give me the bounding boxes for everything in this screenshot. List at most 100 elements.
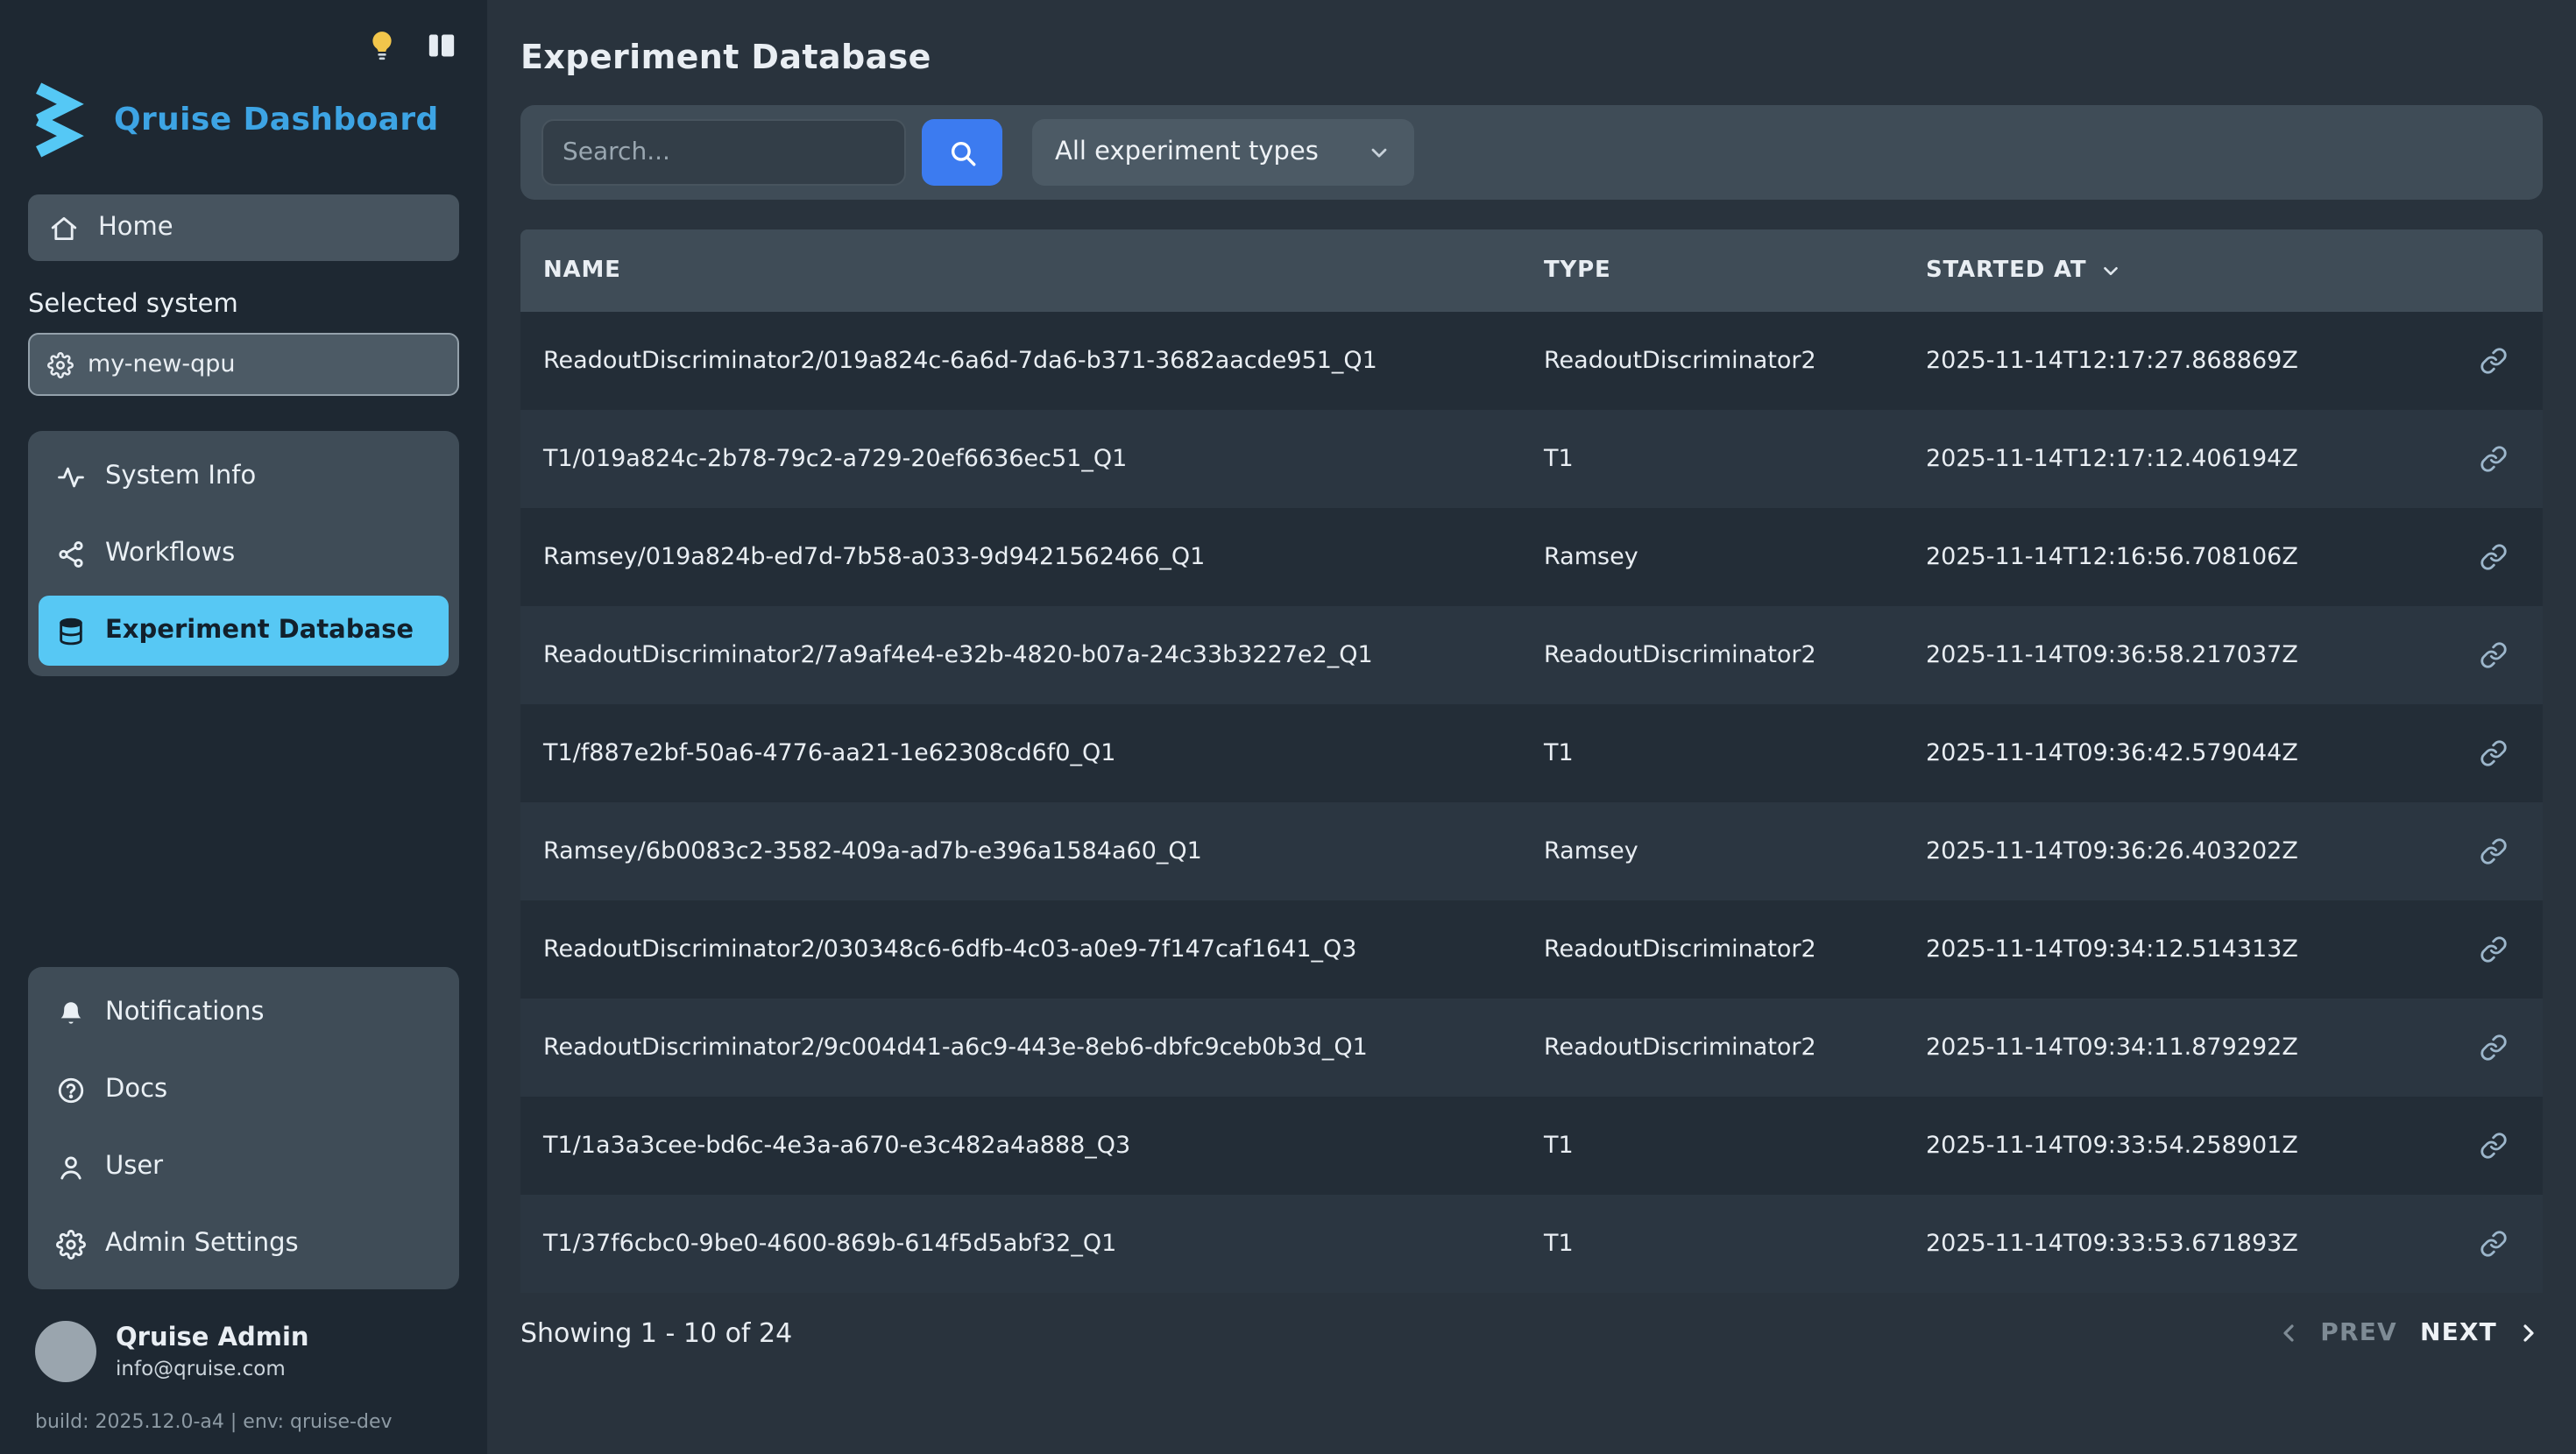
page-title: Experiment Database (520, 39, 2543, 77)
user-name: Qruise Admin (116, 1323, 309, 1355)
table-row: ReadoutDiscriminator2/019a824c-6a6d-7da6… (520, 312, 2543, 410)
prev-page-button[interactable]: PREV (2275, 1319, 2397, 1347)
open-experiment-link[interactable] (2480, 445, 2508, 473)
open-experiment-link[interactable] (2480, 543, 2508, 571)
main-content: Experiment Database All experiment types… (487, 0, 2576, 1454)
brand: Qruise Dashboard (28, 81, 459, 159)
sidebar: Qruise Dashboard Home Selected system my… (0, 0, 487, 1454)
user-info: Qruise Admin info@qruise.com (28, 1321, 459, 1382)
table-body: ReadoutDiscriminator2/019a824c-6a6d-7da6… (520, 312, 2543, 1293)
theme-toggle-button[interactable] (364, 28, 400, 63)
database-icon (56, 616, 86, 646)
sidebar-item-label: Home (98, 214, 173, 242)
open-experiment-link[interactable] (2480, 1034, 2508, 1062)
search-button[interactable] (922, 119, 1002, 186)
cell-started-at: 2025-11-14T12:17:12.406194Z (1926, 445, 2445, 473)
chevron-down-icon (1368, 140, 1392, 165)
open-experiment-link[interactable] (2480, 837, 2508, 865)
link-icon (2480, 347, 2508, 375)
cell-experiment-name: ReadoutDiscriminator2/9c004d41-a6c9-443e… (520, 1034, 1544, 1062)
table-row: ReadoutDiscriminator2/7a9af4e4-e32b-4820… (520, 606, 2543, 704)
cell-experiment-type: T1 (1544, 1230, 1926, 1258)
cell-started-at: 2025-11-14T09:34:12.514313Z (1926, 935, 2445, 963)
sidebar-item-docs[interactable]: Docs (39, 1055, 449, 1125)
lightbulb-icon (364, 28, 400, 63)
table-row: T1/019a824c-2b78-79c2-a729-20ef6636ec51_… (520, 410, 2543, 508)
link-icon (2480, 1132, 2508, 1160)
secondary-nav: Notifications Docs User (28, 967, 459, 1289)
sidebar-collapse-button[interactable] (424, 28, 459, 63)
cell-experiment-name: Ramsey/019a824b-ed7d-7b58-a033-9d9421562… (520, 543, 1544, 571)
sort-chevron-down-icon (2098, 259, 2121, 282)
cell-experiment-type: Ramsey (1544, 543, 1926, 571)
gear-icon (47, 351, 74, 378)
sidebar-topbar (28, 25, 459, 67)
home-icon (49, 213, 79, 243)
table-row: ReadoutDiscriminator2/9c004d41-a6c9-443e… (520, 999, 2543, 1097)
sidebar-item-label: System Info (105, 462, 256, 491)
toolbar: All experiment types (520, 105, 2543, 200)
open-experiment-link[interactable] (2480, 347, 2508, 375)
cell-experiment-name: T1/1a3a3cee-bd6c-4e3a-a670-e3c482a4a888_… (520, 1132, 1544, 1160)
experiment-type-filter[interactable]: All experiment types (1032, 119, 1415, 186)
cell-experiment-type: ReadoutDiscriminator2 (1544, 641, 1926, 669)
sidebar-item-system-info[interactable]: System Info (39, 441, 449, 512)
column-header-name: NAME (520, 258, 1544, 284)
cell-experiment-type: T1 (1544, 1132, 1926, 1160)
cell-experiment-type: ReadoutDiscriminator2 (1544, 935, 1926, 963)
app: Qruise Dashboard Home Selected system my… (0, 0, 2576, 1454)
cell-experiment-name: ReadoutDiscriminator2/7a9af4e4-e32b-4820… (520, 641, 1544, 669)
cell-experiment-type: ReadoutDiscriminator2 (1544, 347, 1926, 375)
open-experiment-link[interactable] (2480, 641, 2508, 669)
open-experiment-link[interactable] (2480, 1230, 2508, 1258)
link-icon (2480, 1230, 2508, 1258)
open-experiment-link[interactable] (2480, 935, 2508, 963)
cell-started-at: 2025-11-14T12:16:56.708106Z (1926, 543, 2445, 571)
cell-started-at: 2025-11-14T09:34:11.879292Z (1926, 1034, 2445, 1062)
link-icon (2480, 445, 2508, 473)
open-experiment-link[interactable] (2480, 739, 2508, 767)
next-page-button[interactable]: NEXT (2420, 1319, 2543, 1347)
cell-experiment-name: T1/019a824c-2b78-79c2-a729-20ef6636ec51_… (520, 445, 1544, 473)
workflow-icon (56, 539, 86, 568)
gear-icon (56, 1229, 86, 1259)
column-header-started-at[interactable]: STARTED AT (1926, 258, 2445, 284)
cell-experiment-name: Ramsey/6b0083c2-3582-409a-ad7b-e396a1584… (520, 837, 1544, 865)
table-row: Ramsey/6b0083c2-3582-409a-ad7b-e396a1584… (520, 802, 2543, 900)
cell-experiment-name: T1/f887e2bf-50a6-4776-aa21-1e62308cd6f0_… (520, 739, 1544, 767)
cell-experiment-type: ReadoutDiscriminator2 (1544, 1034, 1926, 1062)
experiments-table: NAME TYPE STARTED AT ReadoutDiscriminato… (520, 229, 2543, 1293)
table-row: ReadoutDiscriminator2/030348c6-6dfb-4c03… (520, 900, 2543, 999)
open-experiment-link[interactable] (2480, 1132, 2508, 1160)
activity-icon (56, 462, 86, 491)
prev-label: PREV (2320, 1319, 2397, 1347)
cell-experiment-type: Ramsey (1544, 837, 1926, 865)
sidebar-item-label: Admin Settings (105, 1230, 299, 1258)
sidebar-item-experiment-database[interactable]: Experiment Database (39, 596, 449, 666)
column-header-type: TYPE (1544, 258, 1926, 284)
sidebar-item-label: Experiment Database (105, 617, 414, 645)
search-icon (947, 138, 977, 167)
sidebar-item-home[interactable]: Home (28, 194, 459, 261)
table-row: T1/f887e2bf-50a6-4776-aa21-1e62308cd6f0_… (520, 704, 2543, 802)
cell-experiment-name: ReadoutDiscriminator2/030348c6-6dfb-4c03… (520, 935, 1544, 963)
cell-experiment-name: T1/37f6cbc0-9be0-4600-869b-614f5d5abf32_… (520, 1230, 1544, 1258)
sidebar-item-notifications[interactable]: Notifications (39, 978, 449, 1048)
system-select[interactable]: my-new-qpu (28, 333, 459, 396)
sidebar-item-label: User (105, 1153, 163, 1181)
sidebar-item-user[interactable]: User (39, 1132, 449, 1202)
cell-started-at: 2025-11-14T09:36:42.579044Z (1926, 739, 2445, 767)
brand-title: Qruise Dashboard (114, 102, 439, 138)
user-email: info@qruise.com (116, 1355, 309, 1380)
system-select-value: my-new-qpu (88, 350, 236, 378)
pagination-summary: Showing 1 - 10 of 24 (520, 1317, 792, 1349)
link-icon (2480, 543, 2508, 571)
qruise-logo-icon (28, 81, 95, 159)
cell-experiment-name: ReadoutDiscriminator2/019a824c-6a6d-7da6… (520, 347, 1544, 375)
next-label: NEXT (2420, 1319, 2497, 1347)
table-row: Ramsey/019a824b-ed7d-7b58-a033-9d9421562… (520, 508, 2543, 606)
search-input[interactable] (541, 119, 906, 186)
cell-started-at: 2025-11-14T09:33:53.671893Z (1926, 1230, 2445, 1258)
sidebar-item-admin-settings[interactable]: Admin Settings (39, 1209, 449, 1279)
sidebar-item-workflows[interactable]: Workflows (39, 519, 449, 589)
